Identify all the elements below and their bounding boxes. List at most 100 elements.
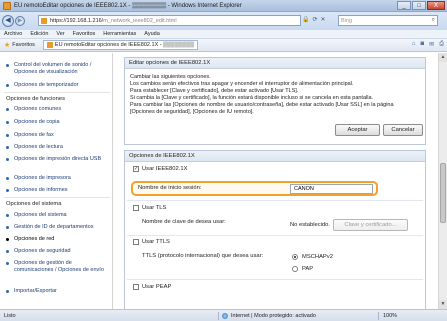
menu-bar: Archivo Edición Ver Favoritos Herramient…: [0, 30, 447, 39]
use-tls-label: Usar TLS: [142, 205, 167, 211]
scroll-thumb[interactable]: [440, 163, 446, 223]
login-label: Nombre de inicio sesión:: [138, 185, 202, 191]
sidebar-item-usb[interactable]: Opciones de impresión directa USB: [6, 156, 110, 163]
use-peap-checkbox[interactable]: [133, 284, 139, 290]
maximize-button[interactable]: □: [412, 1, 426, 10]
sidebar-item-fax[interactable]: Opciones de fax: [6, 132, 110, 139]
command-bar: ⌂ ◙ ✉ ⎙: [412, 41, 444, 48]
use-ieee-checkbox[interactable]: ✓: [133, 166, 139, 172]
tab-favicon: [46, 42, 53, 48]
sidebar-item-impresora[interactable]: Opciones de impresora: [6, 175, 110, 182]
zone-text: Internet | Modo protegido: activado: [231, 313, 316, 319]
cancel-button[interactable]: Cancelar: [383, 124, 423, 136]
sidebar-divider: [4, 92, 110, 93]
sidebar-item-red[interactable]: Opciones de red: [6, 236, 110, 243]
app-icon: [3, 1, 11, 10]
ieee-panel: Opciones de IEEE802.1X ✓ Usar IEEE802.1X…: [124, 150, 426, 309]
menu-herramientas[interactable]: Herramientas: [103, 31, 136, 37]
tab-title: EU remotoEditar opciones de IEEE802.1X -…: [54, 42, 195, 48]
search-placeholder: Bing: [341, 17, 353, 24]
panel-title: Editar opciones de IEEE802.1X: [125, 58, 425, 69]
section-divider: [127, 200, 423, 201]
menu-edicion[interactable]: Edición: [30, 31, 48, 37]
address-toolbar: ◀ ▶ https://192.168.1.216/m_network_ieee…: [0, 12, 447, 30]
panel-line: Si cambia la [Clave y certificado], la f…: [130, 95, 374, 101]
lock-icon[interactable]: 🔒: [302, 16, 309, 23]
back-icon[interactable]: ◀: [2, 15, 14, 27]
address-field[interactable]: https://192.168.1.216/m_network_ieee802_…: [38, 15, 301, 26]
sidebar-item-comunes[interactable]: Opciones comunes: [6, 106, 110, 113]
sidebar-item-comunicaciones[interactable]: Opciones de gestión de comunicaciones / …: [6, 260, 110, 274]
sidebar-item-importar[interactable]: Importar/Exportar: [6, 288, 110, 295]
sidebar-section-functions: Opciones de funciones: [6, 96, 65, 102]
mail-icon[interactable]: ✉: [429, 41, 434, 48]
sidebar-divider: [4, 197, 110, 198]
minimize-button[interactable]: _: [397, 1, 411, 10]
favorites-bar: ★ Favoritos EU remotoEditar opciones de …: [0, 39, 447, 52]
sidebar-item-lectura[interactable]: Opciones de lectura: [6, 144, 110, 151]
sidebar-item-sistema[interactable]: Opciones del sistema: [6, 212, 110, 219]
use-tls-checkbox[interactable]: [133, 205, 139, 211]
edit-panel: Editar opciones de IEEE802.1X Cambiar la…: [124, 57, 426, 145]
section-divider: [127, 235, 423, 236]
panel-line: Para cambiar las [Opciones de nombre de …: [130, 102, 394, 108]
scroll-down-icon[interactable]: ▼: [439, 300, 447, 309]
favorites-button[interactable]: ★ Favoritos: [0, 41, 39, 49]
globe-icon: [222, 313, 228, 319]
section-divider: [127, 279, 423, 280]
feeds-icon[interactable]: ◙: [421, 41, 425, 48]
use-ttls-label: Usar TTLS: [142, 239, 170, 245]
sidebar-item-seguridad[interactable]: Opciones de seguridad: [6, 248, 110, 255]
close-button[interactable]: X: [427, 1, 445, 10]
mschapv2-radio[interactable]: [292, 254, 298, 260]
accept-button[interactable]: Aceptar: [335, 124, 380, 136]
sidebar-section-system: Opciones del sistema: [6, 201, 62, 207]
use-ttls-checkbox[interactable]: [133, 239, 139, 245]
login-name-input[interactable]: CANON: [290, 184, 373, 194]
refresh-icon[interactable]: ⟳: [312, 16, 317, 23]
tls-key-label: Nombre de clave de desea usar:: [142, 219, 226, 225]
menu-favoritos[interactable]: Favoritos: [73, 31, 96, 37]
forward-icon[interactable]: ▶: [15, 16, 25, 26]
panel-line: Los cambios serán efectivos tras apagar …: [130, 81, 354, 87]
search-icon[interactable]: ⌕: [432, 17, 435, 24]
address-actions: 🔒 ⟳ ✕: [302, 16, 326, 23]
menu-ver[interactable]: Ver: [56, 31, 64, 37]
scroll-up-icon[interactable]: ▲: [439, 53, 447, 62]
mschapv2-label: MSCHAPv2: [302, 254, 333, 260]
browser-tab[interactable]: EU remotoEditar opciones de IEEE802.1X -…: [42, 40, 199, 50]
vertical-scrollbar[interactable]: ▲ ▼: [438, 53, 447, 309]
pap-label: PAP: [302, 266, 314, 272]
ttls-protocol-label: TTLS (protocolo internacional) que desea…: [142, 253, 264, 259]
status-text: Listo: [4, 313, 16, 319]
status-divider: [218, 312, 219, 320]
sidebar-item-copia[interactable]: Opciones de copia: [6, 119, 110, 126]
security-zone[interactable]: Internet | Modo protegido: activado: [222, 313, 316, 319]
status-bar: Listo Internet | Modo protegido: activad…: [0, 309, 447, 321]
menu-ayuda[interactable]: Ayuda: [144, 31, 160, 37]
sidebar: Control del volumen de sonido / Opciones…: [0, 53, 113, 309]
panel-line: Para establecer [Clave y certificado], d…: [130, 88, 299, 94]
ieee-panel-title: Opciones de IEEE802.1X: [125, 151, 425, 162]
pap-radio[interactable]: [292, 266, 298, 272]
print-icon[interactable]: ⎙: [439, 41, 444, 48]
panel-line: Cambiar las siguientes opciones.: [130, 74, 211, 80]
window-titlebar: EU remotoEditar opciones de IEEE802.1X -…: [0, 0, 447, 12]
panel-line: [Opciones de seguridad], [Opciones de IU…: [130, 109, 254, 115]
use-ieee-label: Usar IEEE802.1X: [142, 166, 188, 172]
site-favicon: [41, 17, 47, 24]
window-title: EU remotoEditar opciones de IEEE802.1X -…: [14, 2, 242, 9]
sidebar-item-temporizador[interactable]: Opciones de temporizador: [6, 82, 110, 89]
zoom-level[interactable]: 100%: [383, 313, 397, 319]
sidebar-item-informes[interactable]: Opciones de informes: [6, 187, 110, 194]
sidebar-item-id-departamentos[interactable]: Gestión de ID de departamentos: [6, 224, 110, 231]
search-input[interactable]: Bing ⌕: [338, 15, 438, 26]
key-certificate-button[interactable]: Clave y certificado...: [333, 219, 408, 231]
home-icon[interactable]: ⌂: [412, 41, 416, 48]
menu-archivo[interactable]: Archivo: [4, 31, 22, 37]
stop-icon[interactable]: ✕: [321, 16, 326, 23]
tls-status: No establecido.: [290, 222, 330, 228]
url-path: m_network_ieee802_edit.html: [103, 17, 177, 24]
sidebar-item-volumen[interactable]: Control del volumen de sonido / Opciones…: [6, 62, 110, 76]
window-controls: _ □ X: [397, 1, 445, 10]
